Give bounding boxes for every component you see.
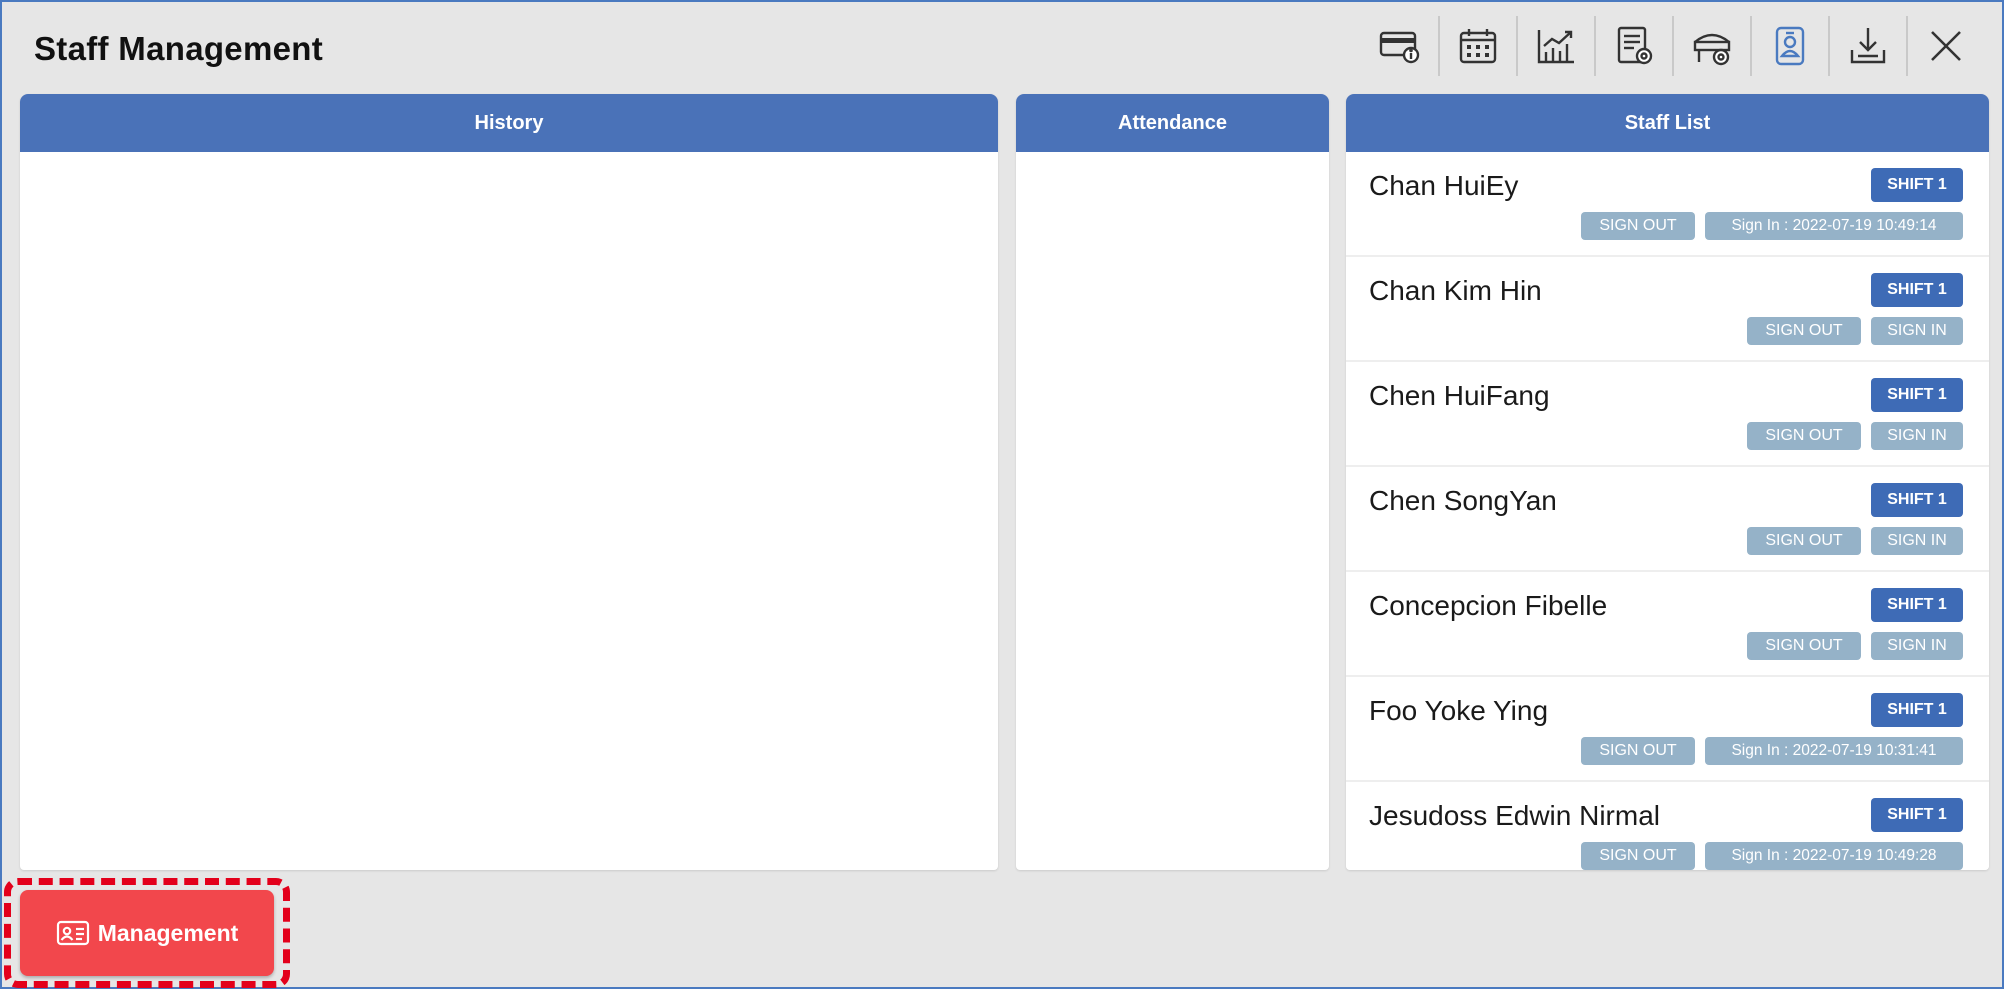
report-settings-button[interactable]	[1594, 16, 1672, 76]
staff-row[interactable]: Chen HuiFang SHIFT 1 SIGN OUT SIGN IN	[1346, 362, 1989, 467]
download-icon	[1850, 28, 1886, 64]
kiosk-settings-icon	[1693, 33, 1731, 66]
staff-row[interactable]: Foo Yoke Ying SHIFT 1 SIGN OUT Sign In : 20…	[1346, 677, 1989, 782]
card-info-icon	[1379, 31, 1420, 64]
management-button[interactable]: Management	[20, 890, 274, 976]
attendance-panel: Attendance	[1016, 94, 1329, 870]
sign-in-time-badge: Sign In : 2022-07-19 10:49:28	[1705, 842, 1963, 870]
close-button[interactable]	[1906, 16, 1984, 76]
shift-badge[interactable]: SHIFT 1	[1871, 693, 1963, 727]
window-title: Staff Management	[34, 30, 324, 67]
sign-out-button[interactable]: SIGN OUT	[1581, 842, 1695, 870]
chart-button[interactable]	[1516, 16, 1594, 76]
sign-in-time-badge: Sign In : 2022-07-19 10:31:41	[1705, 737, 1963, 765]
chart-icon	[1537, 30, 1574, 64]
row-actions: SIGN OUT Sign In : 2022-07-19 10:49:28	[1581, 842, 1963, 870]
staff-name: Jesudoss Edwin Nirmal	[1369, 800, 1660, 831]
sign-in-button[interactable]: SIGN IN	[1871, 317, 1963, 345]
download-button[interactable]	[1828, 16, 1906, 76]
staff-badge-button[interactable]	[1750, 16, 1828, 76]
sign-out-button[interactable]: SIGN OUT	[1747, 527, 1861, 555]
shift-badge[interactable]: SHIFT 1	[1871, 273, 1963, 307]
attendance-header: Attendance	[1016, 94, 1329, 152]
shift-badge[interactable]: SHIFT 1	[1871, 588, 1963, 622]
staff-badge-icon	[1775, 26, 1805, 66]
row-actions: SIGN OUT SIGN IN	[1747, 527, 1963, 555]
row-actions: SIGN OUT Sign In : 2022-07-19 10:31:41	[1581, 737, 1963, 765]
staff-row[interactable]: Chen SongYan SHIFT 1 SIGN OUT SIGN IN	[1346, 467, 1989, 572]
staff-row[interactable]: Jesudoss Edwin Nirmal SHIFT 1 SIGN OUT Sign…	[1346, 782, 1989, 870]
sign-out-button[interactable]: SIGN OUT	[1581, 212, 1695, 240]
sign-in-button[interactable]: SIGN IN	[1871, 527, 1963, 555]
sign-out-button[interactable]: SIGN OUT	[1747, 317, 1861, 345]
report-settings-icon	[1617, 26, 1653, 65]
card-info-button[interactable]	[1360, 16, 1438, 76]
sign-in-button[interactable]: SIGN IN	[1871, 422, 1963, 450]
shift-badge[interactable]: SHIFT 1	[1871, 168, 1963, 202]
history-panel: History	[20, 94, 998, 870]
sign-out-button[interactable]: SIGN OUT	[1747, 422, 1861, 450]
staff-row[interactable]: Chan Kim Hin SHIFT 1 SIGN OUT SIGN IN	[1346, 257, 1989, 362]
staff-list-panel[interactable]: Staff List Chan HuiEy SHIFT 1 SIGN OUT Sign…	[1346, 94, 1989, 870]
staff-management-window: Staff Management History Attendance Staf…	[0, 0, 2004, 989]
toolbar	[1360, 16, 1984, 76]
shift-badge[interactable]: SHIFT 1	[1871, 378, 1963, 412]
history-header: History	[20, 94, 998, 152]
kiosk-settings-button[interactable]	[1672, 16, 1750, 76]
row-actions: SIGN OUT SIGN IN	[1747, 317, 1963, 345]
management-label: Management	[97, 919, 239, 946]
staff-name: Chan HuiEy	[1369, 170, 1519, 201]
staff-row[interactable]: Concepcion Fibelle SHIFT 1 SIGN OUT SIGN IN	[1346, 572, 1989, 677]
staff-list-header: Staff List	[1346, 94, 1989, 152]
sign-out-button[interactable]: SIGN OUT	[1747, 632, 1861, 660]
staff-name: Concepcion Fibelle	[1369, 590, 1608, 621]
calendar-button[interactable]	[1438, 16, 1516, 76]
staff-name: Chen HuiFang	[1369, 380, 1550, 411]
close-icon	[1931, 31, 1961, 61]
row-actions: SIGN OUT SIGN IN	[1747, 422, 1963, 450]
staff-list: Chan HuiEy SHIFT 1 SIGN OUT Sign In : 2022-…	[1346, 152, 1989, 870]
contact-card-icon	[56, 920, 89, 946]
shift-badge[interactable]: SHIFT 1	[1871, 798, 1963, 832]
sign-in-time-badge: Sign In : 2022-07-19 10:49:14	[1705, 212, 1963, 240]
row-actions: SIGN OUT Sign In : 2022-07-19 10:49:14	[1581, 212, 1963, 240]
sign-out-button[interactable]: SIGN OUT	[1581, 737, 1695, 765]
shift-badge[interactable]: SHIFT 1	[1871, 483, 1963, 517]
sign-in-button[interactable]: SIGN IN	[1871, 632, 1963, 660]
staff-name: Chan Kim Hin	[1369, 275, 1542, 306]
calendar-icon	[1459, 29, 1497, 64]
staff-name: Foo Yoke Ying	[1369, 695, 1549, 726]
staff-row[interactable]: Chan HuiEy SHIFT 1 SIGN OUT Sign In : 2022-…	[1346, 152, 1989, 257]
staff-name: Chen SongYan	[1369, 485, 1557, 516]
row-actions: SIGN OUT SIGN IN	[1747, 632, 1963, 660]
